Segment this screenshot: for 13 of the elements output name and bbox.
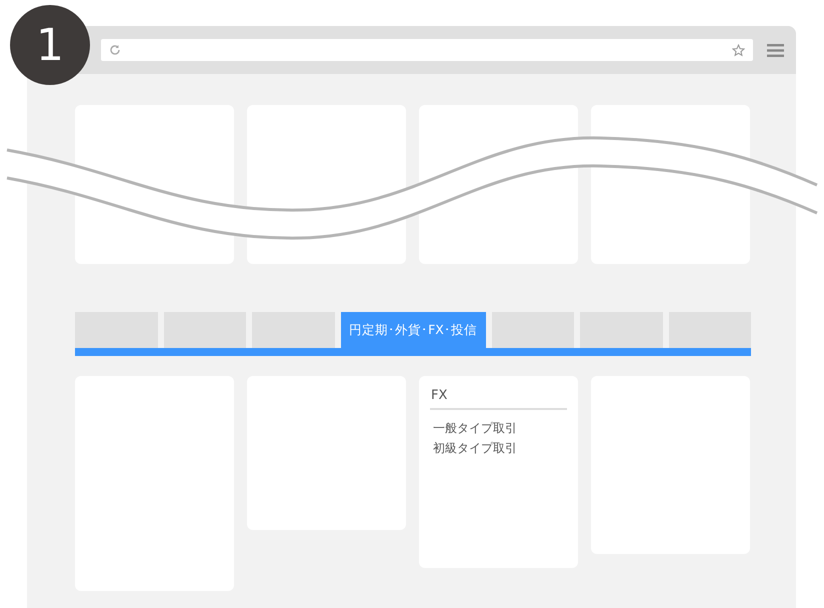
nav-tab[interactable] — [580, 312, 662, 348]
nav-tab[interactable] — [75, 312, 158, 348]
star-icon[interactable] — [732, 44, 745, 56]
menu-link[interactable]: 初級タイプ取引 — [430, 438, 567, 458]
menu-link[interactable]: 一般タイプ取引 — [430, 418, 567, 438]
card-heading: FX — [430, 388, 567, 410]
nav-tab[interactable] — [164, 312, 246, 348]
nav-tab[interactable] — [668, 312, 751, 348]
menu-icon[interactable] — [767, 44, 784, 56]
nav-tab[interactable] — [252, 312, 334, 348]
step-badge: 1 — [10, 5, 90, 85]
nav-tab[interactable] — [492, 312, 574, 348]
reload-icon[interactable] — [109, 44, 121, 56]
